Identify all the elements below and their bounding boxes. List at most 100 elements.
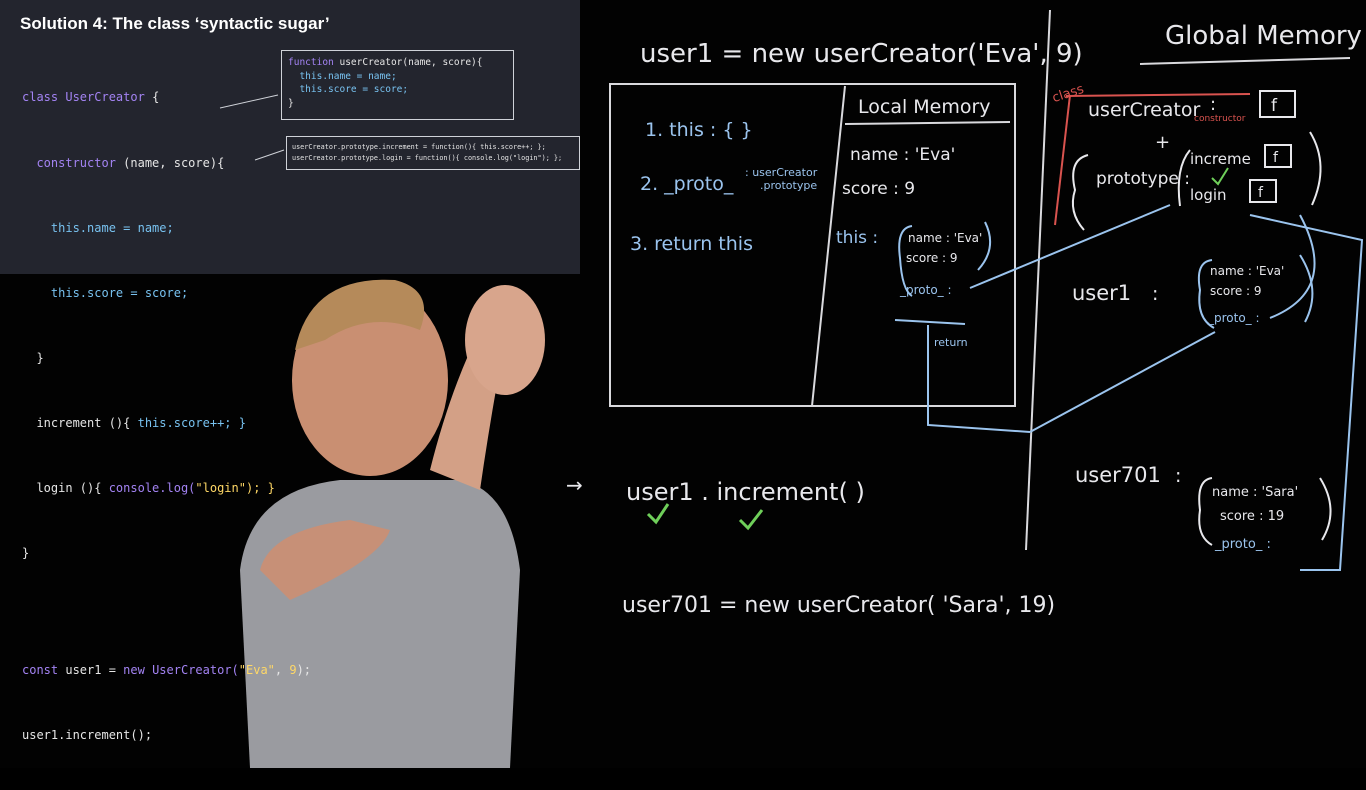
user1-label: user1: [1072, 281, 1131, 305]
user701-brace-left: [1198, 477, 1213, 546]
code-text: increment (){: [22, 415, 138, 430]
code-keyword: this: [22, 220, 80, 235]
code-text: userCreator: [333, 57, 403, 68]
code-line: this.name = name;: [22, 218, 311, 240]
step-1: 1. this : { }: [645, 119, 753, 141]
call-arrow: →: [566, 473, 583, 497]
increment-check-mark: [738, 509, 764, 531]
code-line: const user1 = new UserCreator("Eva", 9);: [22, 660, 311, 682]
login-f: f: [1258, 185, 1264, 201]
code-line: this.score = score;: [22, 283, 311, 305]
code-line: class UserCreator {: [22, 87, 311, 109]
code-text: user1.increment();: [22, 727, 153, 742]
prototype-brace-right: [1309, 131, 1322, 206]
user701-score: score : 19: [1220, 509, 1284, 524]
local-this: this :: [836, 228, 878, 248]
plus-sign: +: [1155, 132, 1170, 153]
code-keyword: const: [22, 662, 59, 677]
user701-name: name : 'Sara': [1212, 485, 1298, 500]
code-keyword: this: [22, 285, 80, 300]
user1-check: [646, 503, 670, 525]
local-score: score : 9: [842, 179, 915, 199]
increment-f: f: [1273, 150, 1279, 166]
local-obj-brace-right: [977, 221, 992, 271]
user701-colon: :: [1175, 465, 1181, 487]
proto-note-2: .prototype: [760, 179, 817, 192]
code-line: }: [22, 348, 311, 370]
user701-proto: _proto_ :: [1214, 537, 1271, 552]
constructor-function-box: [1259, 90, 1296, 118]
code-keyword: constructor: [22, 155, 124, 170]
return-label: return: [934, 336, 968, 349]
step-3: 3. return this: [630, 233, 753, 255]
code-string: "Eva": [238, 662, 275, 677]
code-text: user1 =: [58, 662, 124, 677]
increment-function-box: [1264, 144, 1292, 168]
code-line: login (){ console.log("login"); }: [22, 478, 311, 500]
code-text: this.name = name;: [288, 70, 397, 82]
code-text: }: [288, 97, 294, 109]
code-text: (name, score){: [402, 57, 483, 68]
code-text: }: [22, 350, 44, 365]
code-keyword: console.log(: [108, 480, 196, 495]
code-text: userCreator.prototype.increment = functi…: [292, 143, 546, 151]
user701-label: user701: [1075, 463, 1161, 487]
function-equivalent-box: function userCreator(name, score){ this.…: [281, 50, 514, 120]
user1-brace-right: [1299, 254, 1314, 323]
proto-link-arrow: [969, 204, 1171, 289]
top-statement: user1 = new userCreator('Eva', 9): [640, 39, 1083, 69]
code-keyword: function: [288, 57, 334, 68]
usercreator-label: userCreator: [1088, 99, 1201, 121]
usercreator-colon: :: [1210, 94, 1216, 115]
increment-call: user1 . increment( ): [626, 478, 865, 506]
code-text: ,: [274, 662, 290, 677]
code-text: .score++; }: [166, 415, 246, 430]
presenter-hand: [465, 285, 545, 395]
constructor-label: constructor: [1194, 114, 1246, 124]
code-line: user1.increment();: [22, 725, 311, 747]
user1-name: name : 'Eva': [1210, 264, 1284, 278]
code-number: 9: [289, 662, 297, 677]
code-text: login (){: [22, 480, 109, 495]
code-slide: Solution 4: The class ‘syntactic sugar’ …: [0, 0, 580, 742]
local-obj-name: name : 'Eva': [908, 231, 982, 245]
board-divider: [1025, 9, 1051, 551]
user701-statement: user701 = new userCreator( 'Sara', 19): [622, 593, 1055, 618]
prototype-brace-left: [1071, 154, 1089, 231]
code-keyword: new: [123, 662, 145, 677]
local-name: name : 'Eva': [850, 145, 955, 165]
return-underline: [894, 319, 966, 325]
increment-label: increme: [1190, 150, 1251, 168]
local-obj-proto: _proto_ :: [899, 283, 952, 297]
class-bracket-top: [1065, 93, 1251, 97]
step-2: 2. _proto_: [640, 173, 734, 195]
code-text: userCreator.prototype.login = function()…: [292, 154, 563, 162]
user1-colon: :: [1152, 283, 1158, 305]
code-text: this.score = score;: [288, 84, 409, 95]
code-text: (name, score){: [123, 155, 225, 170]
proto-note-1: : userCreator: [745, 166, 818, 179]
prototype-label: prototype :: [1096, 169, 1190, 189]
local-memory-underline: [844, 121, 1011, 125]
slide-title: Solution 4: The class ‘syntactic sugar’: [20, 14, 330, 33]
code-string: "login"); }: [195, 480, 275, 495]
prototype-equivalent-box: userCreator.prototype.increment = functi…: [286, 136, 580, 170]
code-keyword: class: [22, 90, 66, 105]
global-memory-title: Global Memory: [1165, 21, 1362, 51]
code-line: }: [22, 543, 311, 565]
user701-brace-right: [1319, 477, 1332, 541]
video-frame: user1 = new userCreator('Eva', 9) 1. thi…: [0, 0, 1366, 768]
code-class-name: UserCreator(: [144, 662, 239, 677]
code-line: constructor (name, score){: [22, 153, 311, 175]
user1-proto: _proto_ :: [1207, 311, 1260, 325]
constructor-f: f: [1271, 96, 1278, 116]
local-obj-score: score : 9: [906, 251, 958, 265]
global-memory-underline: [1139, 57, 1351, 65]
code-text: {: [144, 90, 160, 105]
code-line: increment (){ this.score++; }: [22, 413, 311, 435]
code-text: .name = name;: [79, 220, 174, 235]
function-equivalent-code: function userCreator(name, score){ this.…: [288, 56, 482, 110]
code-class-name: UserCreator: [65, 90, 145, 105]
code-text: .score = score;: [79, 285, 189, 300]
class-bracket-left: [1054, 94, 1071, 226]
